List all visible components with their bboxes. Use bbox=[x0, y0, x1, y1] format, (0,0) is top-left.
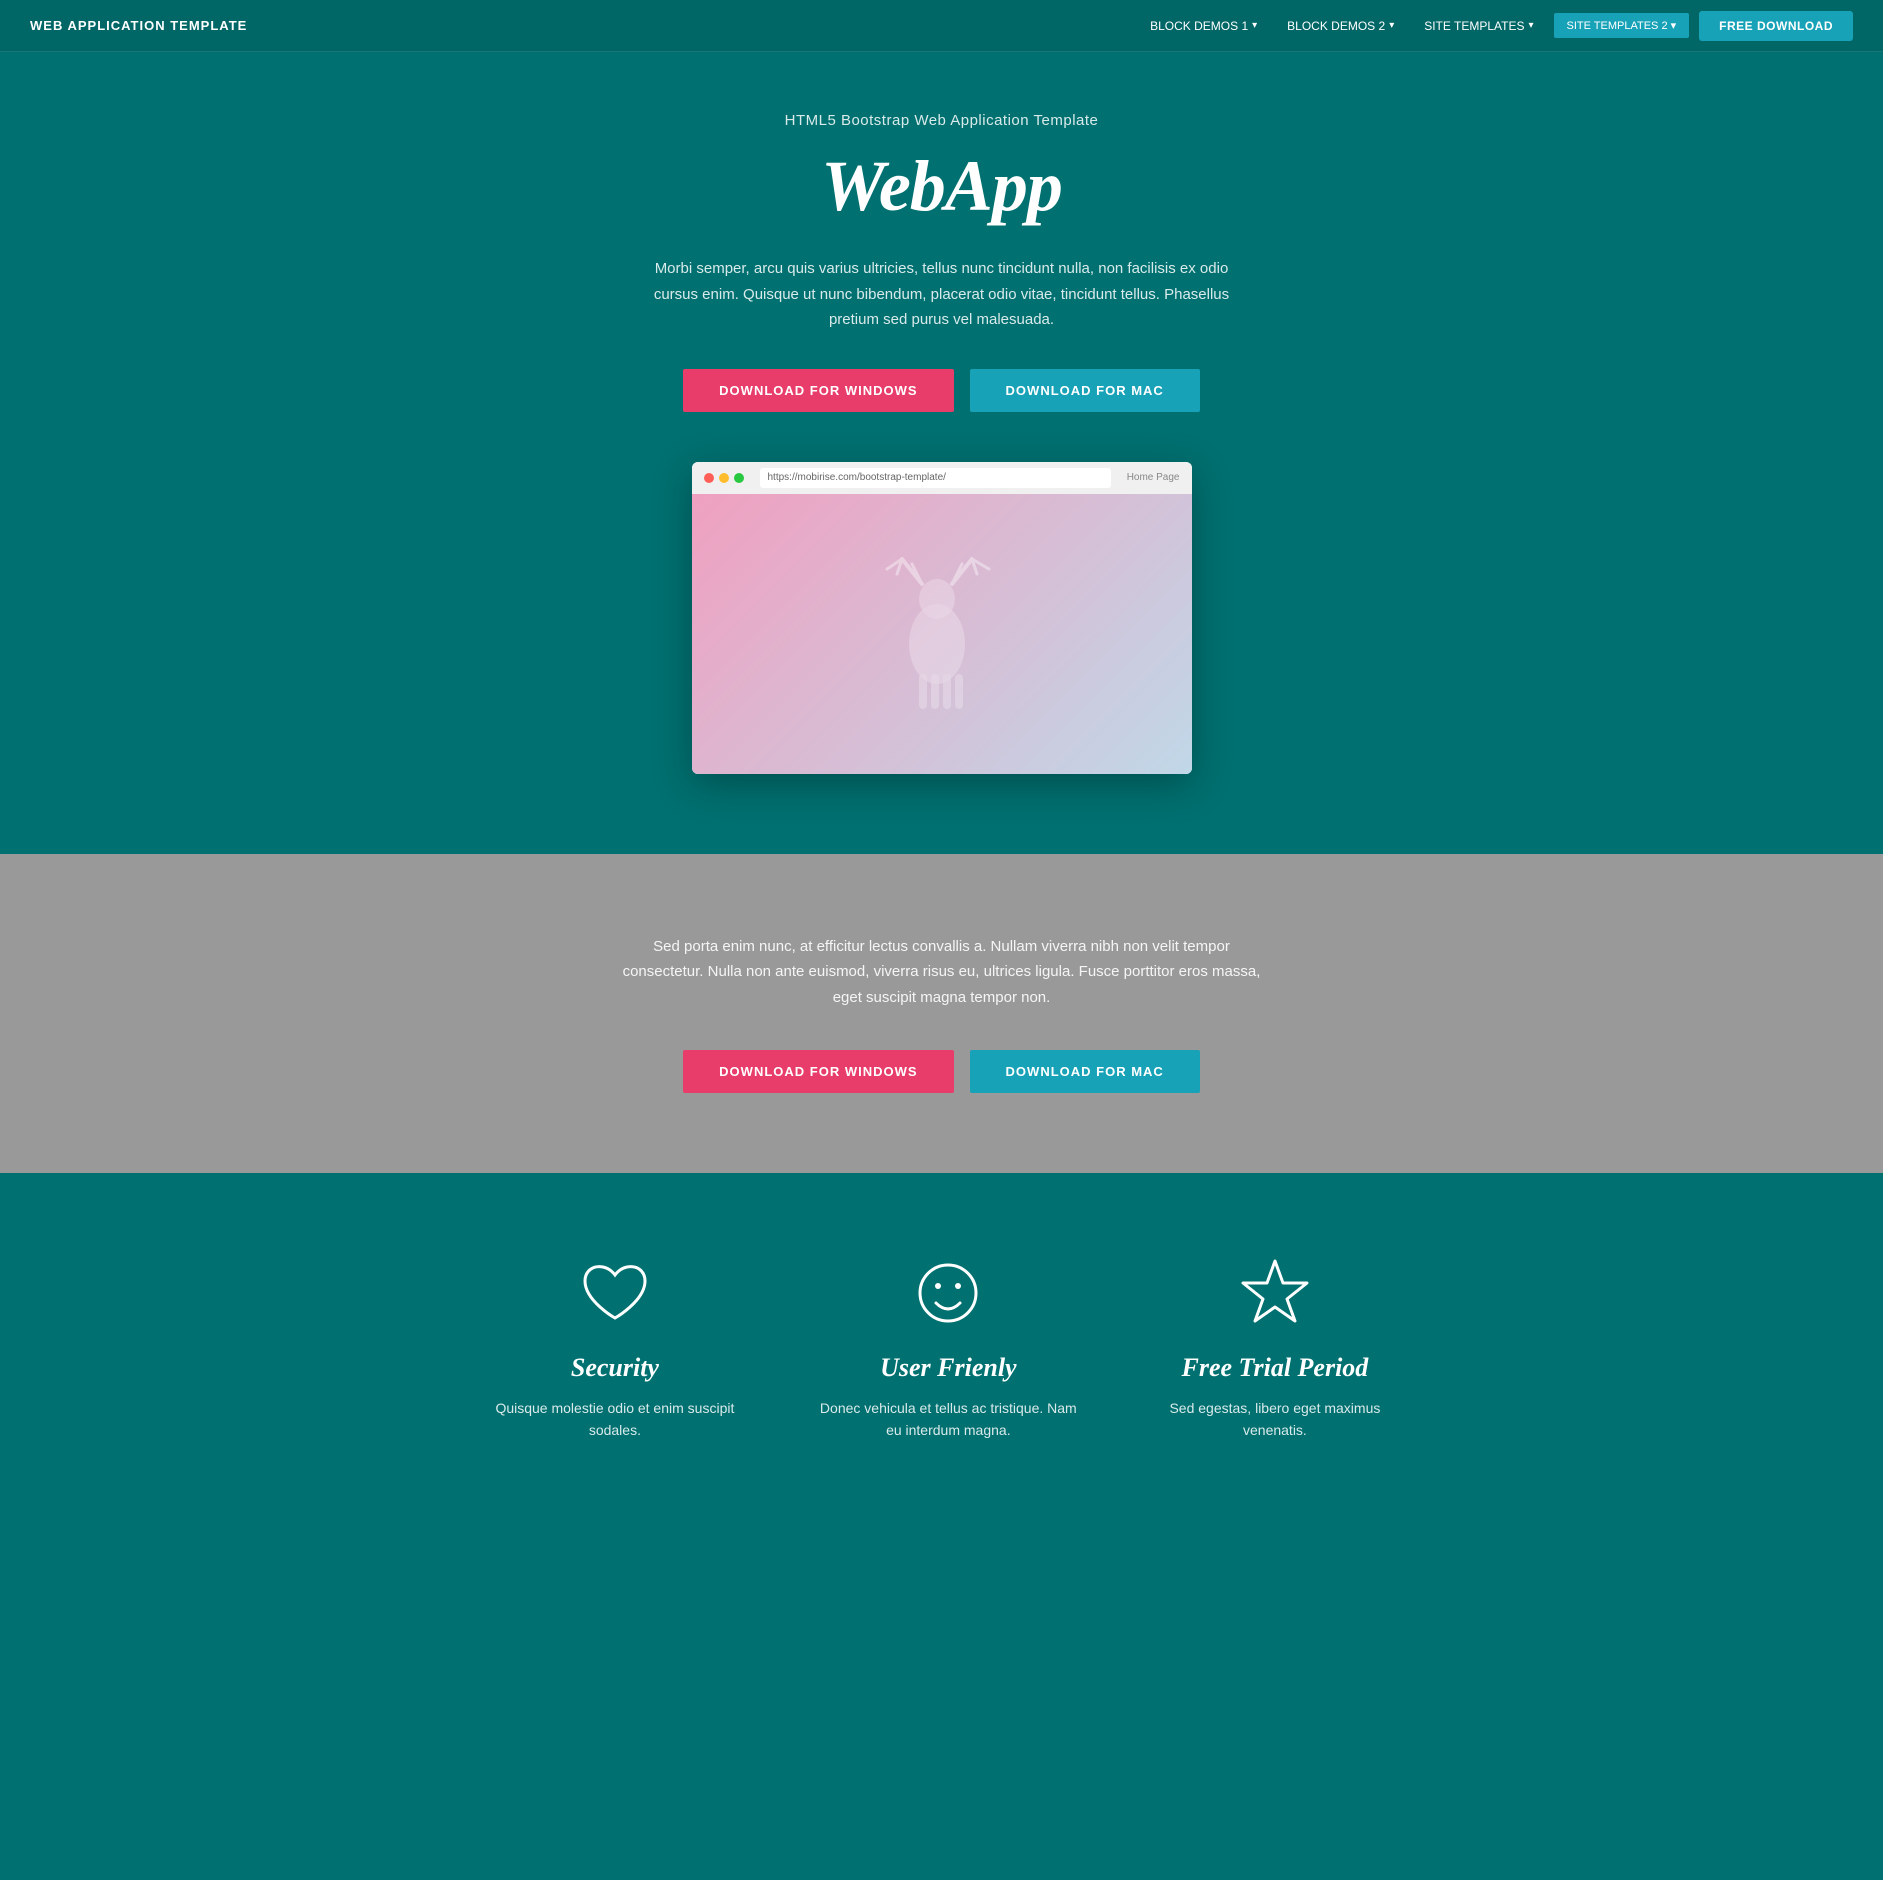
browser-url-bar: https://mobirise.com/bootstrap-template/ bbox=[760, 468, 1111, 488]
free-download-button[interactable]: FREE DOWNLOAD bbox=[1699, 11, 1853, 41]
dot-green bbox=[734, 473, 744, 483]
grey-download-windows-button[interactable]: DOWNLOAD FOR WINDOWS bbox=[683, 1050, 953, 1093]
chevron-down-icon: ▾ bbox=[1671, 20, 1677, 32]
chevron-down-icon: ▾ bbox=[1252, 20, 1257, 31]
features-section: Security Quisque molestie odio et enim s… bbox=[0, 1173, 1883, 1542]
nav-block-demos-2[interactable]: BLOCK DEMOS 2 ▾ bbox=[1277, 13, 1404, 39]
browser-bar: https://mobirise.com/bootstrap-template/… bbox=[692, 462, 1192, 494]
smiley-icon bbox=[908, 1253, 988, 1333]
navbar: WEB APPLICATION TEMPLATE BLOCK DEMOS 1 ▾… bbox=[0, 0, 1883, 52]
dot-red bbox=[704, 473, 714, 483]
heart-icon bbox=[575, 1253, 655, 1333]
hero-title: WebApp bbox=[821, 145, 1062, 228]
feature-user-friendly: User Frienly Donec vehicula et tellus ac… bbox=[818, 1253, 1078, 1442]
brand-logo: WEB APPLICATION TEMPLATE bbox=[30, 18, 247, 33]
feature-free-trial: Free Trial Period Sed egestas, libero eg… bbox=[1158, 1253, 1391, 1442]
nav-site-templates[interactable]: SITE TEMPLATES ▾ bbox=[1414, 13, 1543, 39]
feature-security: Security Quisque molestie odio et enim s… bbox=[492, 1253, 739, 1442]
browser-dots bbox=[704, 473, 744, 483]
feature-free-trial-desc: Sed egestas, libero eget maximus venenat… bbox=[1158, 1397, 1391, 1442]
download-windows-button[interactable]: DOWNLOAD FOR WINDOWS bbox=[683, 369, 953, 412]
navbar-right: BLOCK DEMOS 1 ▾ BLOCK DEMOS 2 ▾ SITE TEM… bbox=[1140, 11, 1853, 41]
grey-download-mac-button[interactable]: DOWNLOAD FOR MAC bbox=[970, 1050, 1200, 1093]
grey-description: Sed porta enim nunc, at efficitur lectus… bbox=[622, 934, 1262, 1011]
browser-mockup: https://mobirise.com/bootstrap-template/… bbox=[692, 462, 1192, 774]
hero-section: HTML5 Bootstrap Web Application Template… bbox=[0, 52, 1883, 854]
star-icon bbox=[1235, 1253, 1315, 1333]
grey-section: Sed porta enim nunc, at efficitur lectus… bbox=[0, 854, 1883, 1174]
grey-buttons: DOWNLOAD FOR WINDOWS DOWNLOAD FOR MAC bbox=[683, 1050, 1200, 1093]
chevron-down-icon: ▾ bbox=[1389, 20, 1394, 31]
hero-description: Morbi semper, arcu quis varius ultricies… bbox=[642, 256, 1242, 333]
dot-yellow bbox=[719, 473, 729, 483]
features-grid: Security Quisque molestie odio et enim s… bbox=[492, 1253, 1392, 1442]
nav-site-templates-2-button[interactable]: SITE TEMPLATES 2 ▾ bbox=[1554, 13, 1690, 38]
hero-buttons: DOWNLOAD FOR WINDOWS DOWNLOAD FOR MAC bbox=[683, 369, 1200, 412]
download-mac-button[interactable]: DOWNLOAD FOR MAC bbox=[970, 369, 1200, 412]
feature-security-title: Security bbox=[571, 1353, 659, 1383]
feature-user-friendly-desc: Donec vehicula et tellus ac tristique. N… bbox=[818, 1397, 1078, 1442]
chevron-down-icon: ▾ bbox=[1528, 20, 1533, 31]
feature-security-desc: Quisque molestie odio et enim suscipit s… bbox=[492, 1397, 739, 1442]
browser-home-label: Home Page bbox=[1127, 472, 1180, 483]
feature-free-trial-title: Free Trial Period bbox=[1182, 1353, 1369, 1383]
hero-subtitle: HTML5 Bootstrap Web Application Template bbox=[785, 112, 1099, 129]
browser-content bbox=[692, 494, 1192, 774]
feature-user-friendly-title: User Frienly bbox=[880, 1353, 1017, 1383]
deer-illustration bbox=[877, 554, 1007, 714]
nav-block-demos-1[interactable]: BLOCK DEMOS 1 ▾ bbox=[1140, 13, 1267, 39]
